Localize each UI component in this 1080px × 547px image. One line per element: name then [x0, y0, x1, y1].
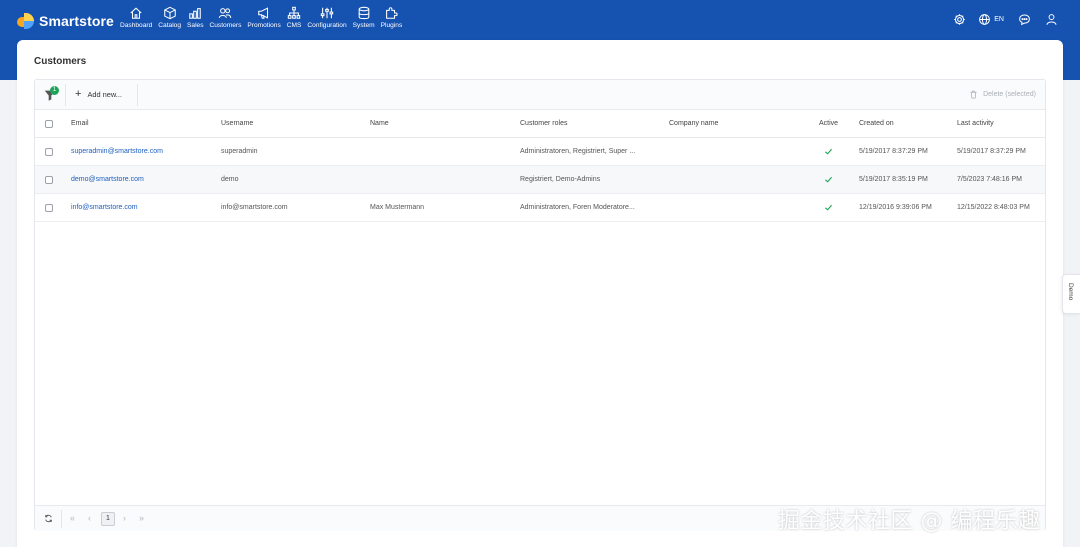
pager-divider: [61, 510, 62, 528]
column-header-name[interactable]: Name: [370, 120, 389, 127]
column-header-company-name[interactable]: Company name: [669, 120, 718, 127]
puzzle-icon: [386, 7, 399, 19]
table-row[interactable]: info@smartstore.com info@smartstore.com …: [35, 194, 1045, 222]
plus-icon: +: [75, 88, 82, 100]
nav-label: Configuration: [307, 22, 347, 29]
next-page-icon[interactable]: ›: [123, 513, 126, 523]
customers-grid: 1 + Add new... Delete (selected) Email U…: [34, 79, 1046, 531]
refresh-icon[interactable]: [44, 514, 53, 523]
row-checkbox[interactable]: [45, 176, 53, 184]
active-check-icon: [825, 148, 833, 155]
customer-created-on: 5/19/2017 8:37:29 PM: [859, 148, 928, 155]
delete-selected-label: Delete (selected): [983, 91, 1036, 98]
table-row[interactable]: superadmin@smartstore.com superadmin Adm…: [35, 138, 1045, 166]
customer-last-activity: 5/19/2017 8:37:29 PM: [957, 148, 1026, 155]
customer-email-link[interactable]: demo@smartstore.com: [71, 176, 144, 183]
nav-label: Catalog: [158, 22, 181, 29]
toolbar-divider: [137, 84, 138, 106]
toolbar-divider: [65, 84, 66, 106]
nav-cms[interactable]: CMS: [285, 6, 304, 29]
column-header-active[interactable]: Active: [819, 120, 838, 127]
nav-catalog[interactable]: Catalog: [156, 6, 183, 29]
home-icon: [130, 7, 142, 19]
column-header-created-on[interactable]: Created on: [859, 120, 894, 127]
database-icon: [358, 6, 369, 20]
language-selector[interactable]: EN: [978, 13, 1004, 26]
customer-roles: Administratoren, Foren Moderatore...: [520, 204, 635, 211]
table-header: Email Username Name Customer roles Compa…: [35, 110, 1045, 138]
select-all-checkbox[interactable]: [45, 120, 53, 128]
customer-username: superadmin: [221, 148, 258, 155]
nav-label: System: [352, 22, 375, 29]
nav-label: Promotions: [247, 22, 281, 29]
users-icon: [219, 8, 232, 18]
sitemap-icon: [287, 6, 301, 19]
nav-sales[interactable]: Sales: [185, 6, 206, 29]
column-header-username[interactable]: Username: [221, 120, 253, 127]
customer-created-on: 5/19/2017 8:35:19 PM: [859, 176, 928, 183]
main-nav: Dashboard Catalog Sales Customers Promot…: [118, 6, 406, 29]
smartstore-logo: [17, 13, 35, 29]
nav-label: Sales: [187, 22, 204, 29]
nav-label: Plugins: [380, 22, 403, 29]
nav-plugins[interactable]: Plugins: [379, 6, 405, 29]
table-row[interactable]: demo@smartstore.com demo Registriert, De…: [35, 166, 1045, 194]
row-checkbox[interactable]: [45, 204, 53, 212]
nav-dashboard[interactable]: Dashboard: [118, 6, 154, 29]
chat-icon[interactable]: [1018, 13, 1031, 26]
column-header-last-activity[interactable]: Last activity: [957, 120, 994, 127]
customer-email-link[interactable]: superadmin@smartstore.com: [71, 148, 163, 155]
trash-icon: [970, 90, 977, 99]
language-code: EN: [994, 16, 1004, 23]
brand-name: Smartstore: [39, 13, 114, 29]
row-checkbox[interactable]: [45, 148, 53, 156]
demo-side-tab[interactable]: Demo: [1062, 274, 1080, 314]
box-icon: [163, 6, 176, 20]
megaphone-icon: [258, 7, 269, 19]
filter-count-badge: 1: [50, 86, 59, 95]
customer-username: demo: [221, 176, 239, 183]
add-new-label: Add new...: [87, 89, 122, 99]
active-check-icon: [825, 204, 833, 211]
delete-selected-button[interactable]: Delete (selected): [969, 90, 1036, 99]
previous-page-icon[interactable]: ‹: [88, 513, 91, 523]
column-header-email[interactable]: Email: [71, 120, 89, 127]
nav-label: Customers: [209, 22, 242, 29]
watermark: 掘金技术社区 @ 编程乐趣: [778, 509, 1041, 534]
current-page-button[interactable]: 1: [101, 512, 115, 526]
customer-email-link[interactable]: info@smartstore.com: [71, 204, 138, 211]
add-new-button[interactable]: + Add new...: [75, 88, 122, 100]
sliders-icon: [320, 7, 334, 19]
nav-configuration[interactable]: Configuration: [305, 6, 348, 29]
customer-roles: Registriert, Demo-Admins: [520, 176, 601, 183]
column-header-customer-roles[interactable]: Customer roles: [520, 120, 567, 127]
chart-icon: [189, 8, 202, 19]
nav-customers[interactable]: Customers: [208, 6, 244, 29]
gear-icon[interactable]: [953, 13, 966, 26]
demo-side-tab-label: Demo: [1067, 283, 1074, 301]
customer-last-activity: 7/5/2023 7:48:16 PM: [957, 176, 1022, 183]
customer-created-on: 12/19/2016 9:39:06 PM: [859, 204, 932, 211]
brand[interactable]: Smartstore: [17, 11, 114, 31]
globe-icon: [979, 14, 991, 25]
nav-system[interactable]: System: [351, 6, 377, 29]
customer-roles: Administratoren, Registriert, Super ...: [520, 148, 636, 155]
last-page-icon[interactable]: »: [139, 513, 144, 523]
customer-last-activity: 12/15/2022 8:48:03 PM: [957, 204, 1030, 211]
first-page-icon[interactable]: «: [70, 513, 75, 523]
nav-promotions[interactable]: Promotions: [245, 6, 282, 29]
user-icon[interactable]: [1045, 13, 1058, 26]
customer-username: info@smartstore.com: [221, 204, 288, 211]
nav-label: CMS: [286, 22, 302, 29]
nav-label: Dashboard: [120, 22, 153, 29]
customers-card: Customers 1 + Add new... Delete (selecte…: [17, 40, 1063, 547]
active-check-icon: [825, 176, 833, 183]
grid-toolbar: 1 + Add new... Delete (selected): [35, 80, 1045, 110]
customer-name: Max Mustermann: [370, 204, 425, 211]
page-title: Customers: [34, 56, 87, 67]
top-right-actions: EN: [939, 13, 1058, 26]
